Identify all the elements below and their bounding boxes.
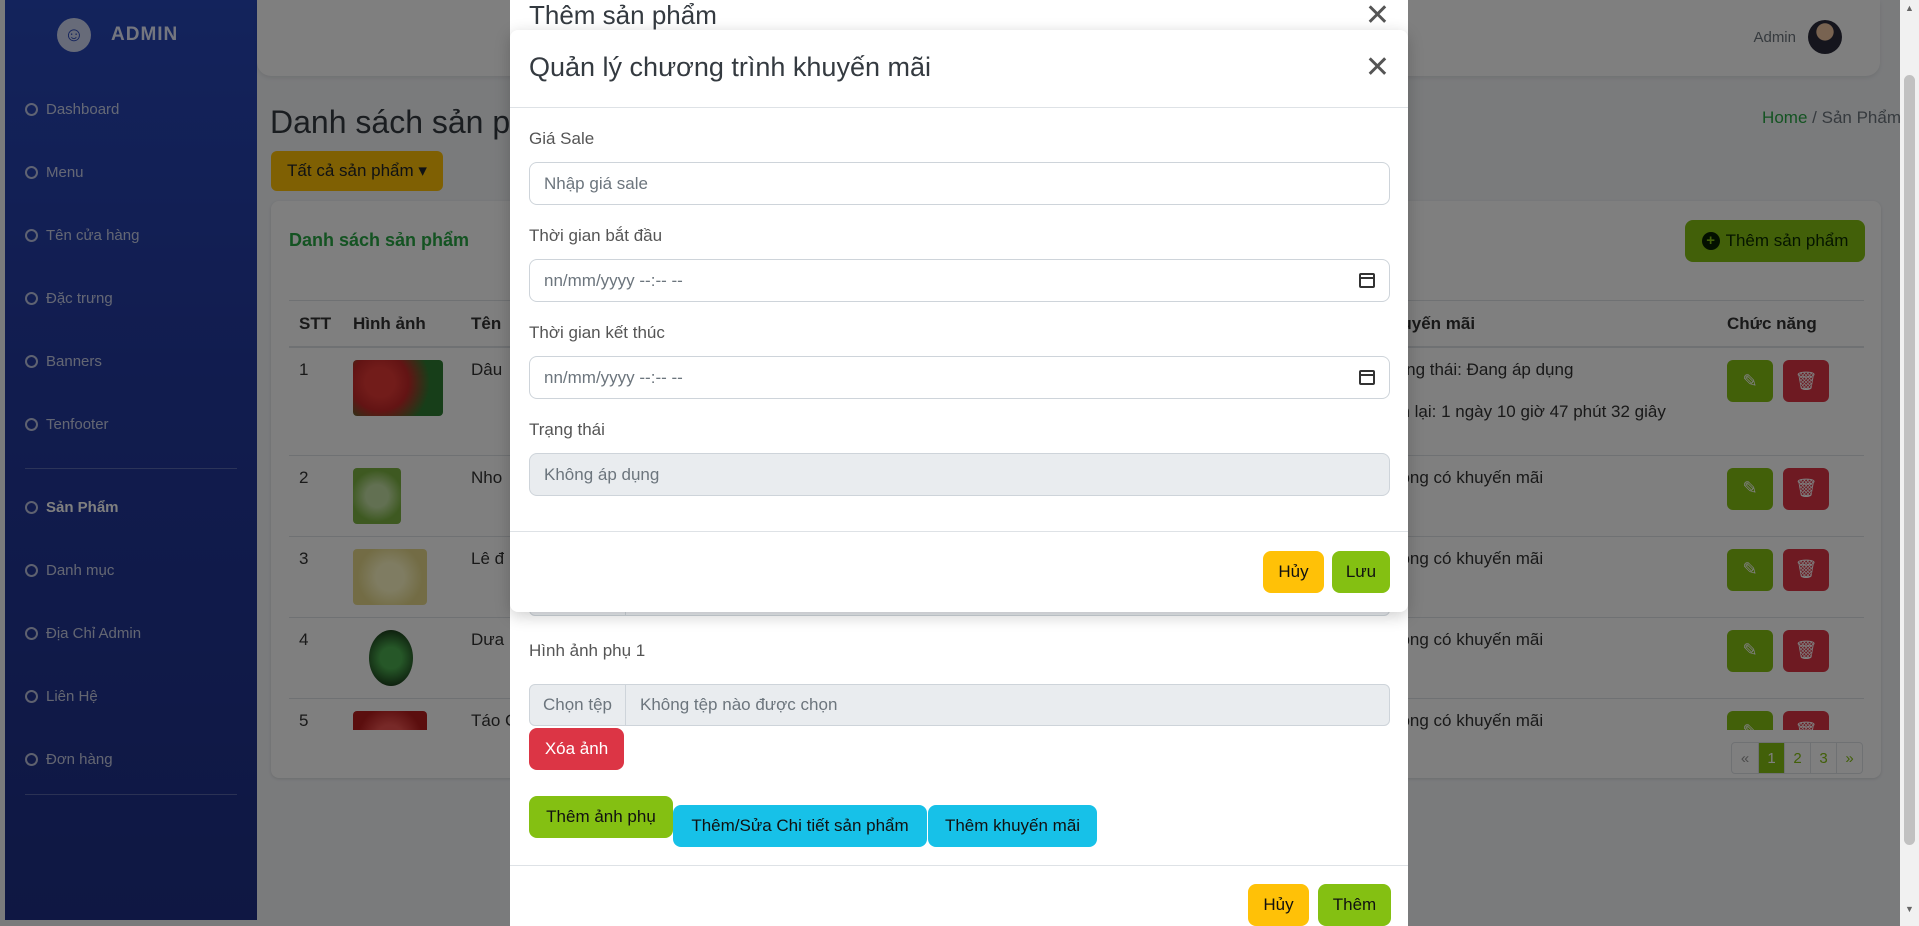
sub-image-file-input[interactable]: Chọn tệp Không tệp nào được chọn	[529, 684, 1390, 726]
sub-image-label: Hình ảnh phụ 1	[529, 641, 646, 660]
start-time-label: Thời gian bắt đầu	[529, 226, 663, 245]
start-time-input[interactable]: nn/mm/yyyy --:-- --	[529, 259, 1390, 302]
cancel-button[interactable]: Hủy	[1248, 884, 1309, 926]
edit-detail-button[interactable]: Thêm/Sửa Chi tiết sản phẩm	[673, 805, 927, 847]
page-scrollbar[interactable]: ▲ ▼	[1900, 0, 1919, 926]
start-time-value: nn/mm/yyyy --:-- --	[544, 270, 683, 290]
file-choose-button[interactable]: Chọn tệp	[530, 685, 626, 725]
sale-price-input[interactable]: Nhập giá sale	[529, 162, 1390, 205]
calendar-icon[interactable]	[1359, 273, 1375, 288]
modal-footer-divider	[510, 865, 1408, 866]
end-time-value: nn/mm/yyyy --:-- --	[544, 367, 683, 387]
scroll-up-icon[interactable]: ▲	[1905, 3, 1914, 13]
close-icon[interactable]: ✕	[1365, 50, 1390, 85]
end-time-input[interactable]: nn/mm/yyyy --:-- --	[529, 356, 1390, 399]
status-value: Không áp dụng	[544, 464, 660, 484]
status-input: Không áp dụng	[529, 453, 1390, 496]
delete-image-button[interactable]: Xóa ảnh	[529, 728, 624, 770]
scroll-down-icon[interactable]: ▼	[1905, 904, 1914, 914]
sale-price-placeholder: Nhập giá sale	[544, 173, 648, 193]
sale-price-label: Giá Sale	[529, 129, 595, 148]
calendar-icon[interactable]	[1359, 370, 1375, 385]
scroll-thumb[interactable]	[1904, 75, 1915, 845]
promotion-modal: Quản lý chương trình khuyến mãi ✕ Giá Sa…	[510, 30, 1408, 612]
close-icon[interactable]: ✕	[1365, 0, 1390, 33]
end-time-label: Thời gian kết thúc	[529, 323, 665, 342]
modal-title: Thêm sản phẩm	[529, 0, 717, 30]
modal-header-divider	[510, 107, 1408, 108]
modal-title: Quản lý chương trình khuyến mãi	[529, 52, 931, 82]
submit-add-button[interactable]: Thêm	[1318, 884, 1391, 926]
save-button[interactable]: Lưu	[1332, 551, 1390, 593]
cancel-button[interactable]: Hủy	[1263, 551, 1324, 593]
add-sub-image-button[interactable]: Thêm ảnh phụ	[529, 796, 673, 838]
add-promo-button[interactable]: Thêm khuyến mãi	[928, 805, 1097, 847]
file-chosen-text: Không tệp nào được chọn	[640, 695, 838, 714]
modal-footer-divider	[510, 531, 1408, 532]
status-label: Trạng thái	[529, 420, 605, 439]
